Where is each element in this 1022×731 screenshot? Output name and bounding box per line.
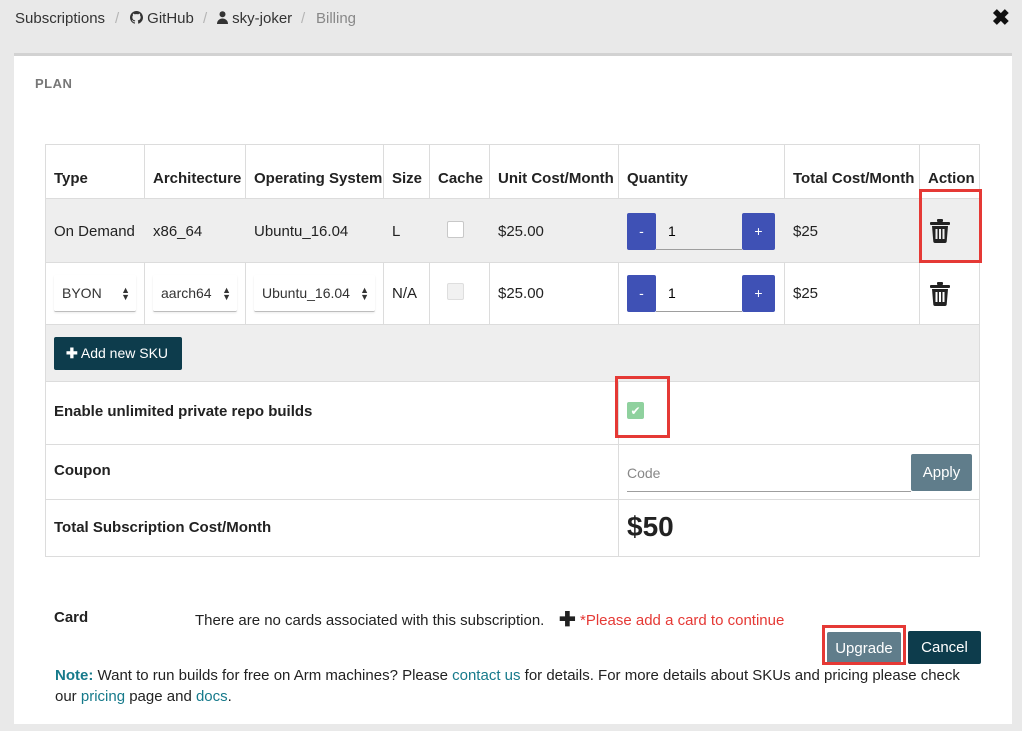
- docs-link[interactable]: docs: [196, 688, 228, 705]
- add-sku-label: Add new SKU: [80, 345, 169, 361]
- breadcrumb-github[interactable]: GitHub: [130, 10, 194, 27]
- cache-checkbox[interactable]: [447, 221, 464, 238]
- breadcrumb-user-label: sky-joker: [232, 10, 293, 27]
- total-value: $50: [627, 511, 674, 542]
- github-icon: [130, 11, 143, 24]
- coupon-row: Coupon Code Apply: [46, 444, 979, 499]
- row-unit-cost: $25.00: [498, 223, 544, 240]
- row-architecture: x86_64: [153, 223, 203, 240]
- os-select-value: Ubuntu_16.04: [262, 285, 350, 301]
- quantity-input[interactable]: [656, 275, 742, 312]
- type-select-value: BYON: [62, 285, 102, 301]
- quantity-increment-button[interactable]: +: [742, 275, 775, 312]
- total-label: Total Subscription Cost/Month: [54, 519, 272, 536]
- row-total-cost: $25: [793, 223, 819, 240]
- quantity-increment-button[interactable]: +: [742, 213, 775, 250]
- close-icon[interactable]: ✖: [992, 5, 1010, 31]
- breadcrumb-user[interactable]: sky-joker: [217, 10, 292, 27]
- highlight-box: [822, 625, 906, 665]
- select-arrows-icon: ▲ ▼: [121, 285, 130, 302]
- note: Note: Want to run builds for free on Arm…: [55, 665, 975, 707]
- trash-icon[interactable]: [929, 282, 951, 306]
- note-text: .: [227, 688, 232, 705]
- row-size: N/A: [392, 285, 418, 302]
- header-quantity: Quantity: [627, 170, 688, 187]
- coupon-label: Coupon: [54, 462, 111, 479]
- cancel-button[interactable]: Cancel: [908, 631, 981, 664]
- breadcrumb-subscriptions[interactable]: Subscriptions: [15, 10, 105, 27]
- header-operating-system: Operating System: [254, 170, 383, 187]
- row-os: Ubuntu_16.04: [254, 223, 349, 240]
- total-row: Total Subscription Cost/Month $50: [46, 499, 979, 557]
- header-cache: Cache: [438, 170, 484, 187]
- plan-label: PLAN: [35, 76, 73, 91]
- type-select[interactable]: BYON ▲ ▼: [54, 275, 136, 312]
- pricing-link[interactable]: pricing: [81, 688, 125, 705]
- row-total-cost: $25: [793, 285, 819, 302]
- select-arrows-icon: ▲ ▼: [222, 285, 231, 302]
- add-sku-row: ✚ Add new SKU: [46, 324, 979, 381]
- breadcrumb-billing: Billing: [316, 10, 357, 27]
- os-select[interactable]: Ubuntu_16.04 ▲ ▼: [254, 275, 375, 312]
- header-action: Action: [928, 170, 975, 187]
- header-total-cost: Total Cost/Month: [793, 170, 915, 187]
- unlimited-label: Enable unlimited private repo builds: [54, 403, 313, 420]
- table-header: Type Architecture Operating System Size …: [46, 145, 979, 198]
- select-arrows-icon: ▲ ▼: [360, 285, 369, 302]
- coupon-input[interactable]: Code: [627, 455, 911, 492]
- quantity-decrement-button[interactable]: -: [627, 213, 656, 250]
- plan-table: Type Architecture Operating System Size …: [45, 144, 980, 557]
- row-type: On Demand: [54, 223, 135, 240]
- row-unit-cost: $25.00: [498, 285, 544, 302]
- top-bar: Subscriptions / GitHub / sky-joker / Bil…: [0, 0, 1022, 38]
- card-message: There are no cards associated with this …: [195, 612, 545, 629]
- unlimited-row: Enable unlimited private repo builds ✔: [46, 381, 979, 444]
- user-icon: [217, 11, 228, 24]
- header-size: Size: [392, 170, 423, 187]
- quantity-decrement-button[interactable]: -: [627, 275, 656, 312]
- header-type: Type: [54, 170, 88, 187]
- add-sku-button[interactable]: ✚ Add new SKU: [54, 337, 182, 370]
- breadcrumb-github-label: GitHub: [147, 10, 194, 27]
- header-unit-cost: Unit Cost/Month: [498, 170, 614, 187]
- plan-panel: PLAN Type Architecture Operating System …: [14, 53, 1012, 724]
- breadcrumb-separator: /: [203, 10, 208, 27]
- table-row: BYON ▲ ▼ aarch64 ▲ ▼ Ubuntu_16.04 ▲ ▼ N/A $…: [46, 262, 979, 324]
- card-label: Card: [54, 609, 89, 626]
- architecture-select[interactable]: aarch64 ▲ ▼: [153, 275, 237, 312]
- note-prefix: Note:: [55, 667, 94, 684]
- note-text: Want to run builds for free on Arm machi…: [97, 667, 448, 684]
- highlight-box: [919, 189, 982, 263]
- note-text: page and: [129, 688, 192, 705]
- apply-button[interactable]: Apply: [911, 454, 972, 491]
- row-size: L: [392, 223, 401, 240]
- header-architecture: Architecture: [153, 170, 242, 187]
- table-row: On Demand x86_64 Ubuntu_16.04 L $25.00 -…: [46, 198, 979, 262]
- quantity-input[interactable]: [656, 213, 742, 250]
- highlight-box: [615, 376, 670, 438]
- add-card-icon[interactable]: ✚: [559, 607, 576, 632]
- architecture-select-value: aarch64: [161, 285, 212, 301]
- plus-icon: ✚: [66, 345, 78, 361]
- cache-checkbox: [447, 283, 464, 300]
- card-warning[interactable]: *Please add a card to continue: [580, 612, 784, 629]
- contact-us-link[interactable]: contact us: [452, 667, 520, 684]
- breadcrumb-separator: /: [301, 10, 306, 27]
- breadcrumb-separator: /: [115, 10, 120, 27]
